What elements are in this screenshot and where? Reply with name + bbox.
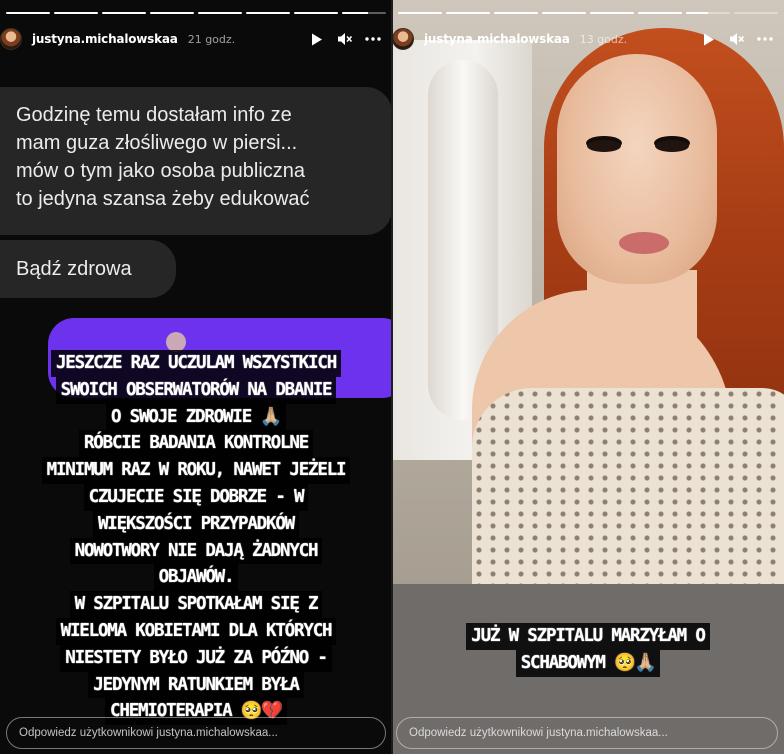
- play-icon[interactable]: [698, 28, 720, 50]
- progress-segment: [686, 12, 730, 14]
- caption-line: WIELOMA KOBIETAMI DLA KTÓRYCH: [55, 617, 337, 645]
- progress-segment: [590, 12, 634, 14]
- story-right[interactable]: justyna.michalowskaa 13 godz. JUŻ W SZPI…: [392, 0, 784, 754]
- caption-line: O SWOJE ZDROWIE 🙏🏼: [106, 403, 286, 431]
- progress-segment-fill: [342, 12, 369, 14]
- progress-segment-fill: [6, 12, 50, 14]
- progress-segment: [6, 12, 50, 14]
- progress-segment: [638, 12, 682, 14]
- progress-segment-fill: [246, 12, 290, 14]
- progress-segment: [734, 12, 778, 14]
- progress-segment: [494, 12, 538, 14]
- dm-reply-text: Bądź zdrowa: [16, 258, 132, 280]
- caption-line: WIĘKSZOŚCI PRZYPADKÓW: [92, 510, 300, 538]
- photo-eye: [655, 140, 689, 152]
- caption-line: JESZCZE RAZ UCZULAM WSZYSTKICH: [50, 350, 342, 377]
- caption-line: SWOICH OBSERWATORÓW NA DBANIE: [55, 376, 337, 404]
- progress-segment-fill: [638, 12, 682, 14]
- dm-message-line: Godzinę temu dostałam info ze: [16, 104, 292, 126]
- progress-segment-fill: [590, 12, 634, 14]
- progress-segment: [246, 12, 290, 14]
- progress-segment-fill: [150, 12, 194, 14]
- caption-line: JEDYNYM RATUNKIEM BYŁA: [88, 671, 304, 699]
- progress-segment-fill: [198, 12, 242, 14]
- reply-input[interactable]: Odpowiedz użytkownikowi justyna.michalow…: [396, 717, 778, 749]
- story-divider: [391, 0, 393, 754]
- progress-segment-fill: [294, 12, 338, 14]
- caption-line: JUŻ W SZPITALU MARZYŁAM O: [466, 623, 710, 650]
- progress-segment-fill: [102, 12, 146, 14]
- progress-segment: [54, 12, 98, 14]
- story-caption: JUŻ W SZPITALU MARZYŁAM O SCHABOWYM 🥺🙏🏼: [392, 623, 784, 677]
- username[interactable]: justyna.michalowskaa: [32, 32, 178, 46]
- dm-message-line: mam guza złośliwego w piersi...: [16, 132, 298, 154]
- story-left[interactable]: justyna.michalowskaa 21 godz. Godzinę te…: [0, 0, 392, 754]
- progress-segment: [542, 12, 586, 14]
- caption-line: W SZPITALU SPOTKAŁAM SIĘ Z: [69, 591, 323, 618]
- story-progress-bar: [398, 12, 778, 14]
- story-header: justyna.michalowskaa 21 godz.: [0, 24, 392, 54]
- reply-placeholder: Odpowiedz użytkownikowi justyna.michalow…: [19, 727, 278, 739]
- progress-segment-fill: [446, 12, 490, 14]
- progress-segment: [102, 12, 146, 14]
- progress-segment-fill: [542, 12, 586, 14]
- dm-message-line: mów o tym jako osoba publiczna: [16, 160, 306, 182]
- caption-line: OBJAWÓW.: [153, 564, 239, 592]
- photo-eye: [587, 140, 621, 152]
- post-time: 13 godz.: [579, 32, 628, 46]
- dm-message-line: to jedyna szansa żeby edukować: [16, 188, 310, 210]
- photo-lips: [619, 232, 669, 254]
- story-header: justyna.michalowskaa 13 godz.: [392, 24, 784, 54]
- dm-reply-bubble: Bądź zdrowa: [0, 240, 176, 298]
- caption-line: SCHABOWYM 🥺🙏🏼: [515, 649, 661, 677]
- progress-segment: [150, 12, 194, 14]
- caption-line: MINIMUM RAZ W ROKU, NAWET JEŻELI: [41, 457, 351, 484]
- emoji-icon: [166, 332, 186, 352]
- progress-segment-fill: [54, 12, 98, 14]
- story-caption: JESZCZE RAZ UCZULAM WSZYSTKICH SWOICH OB…: [0, 350, 392, 726]
- caption-line: RÓBCIE BADANIA KONTROLNE: [78, 430, 314, 458]
- speaker-muted-icon[interactable]: [334, 28, 356, 50]
- caption-line: NOWOTWORY NIE DAJĄ ŻADNYCH: [69, 537, 323, 565]
- photo-face: [557, 54, 717, 284]
- avatar[interactable]: [0, 28, 22, 50]
- more-options-icon[interactable]: [754, 28, 776, 50]
- reply-input[interactable]: Odpowiedz użytkownikowi justyna.michalow…: [6, 717, 386, 749]
- progress-segment: [446, 12, 490, 14]
- post-time: 21 godz.: [187, 32, 236, 46]
- progress-segment-fill: [398, 12, 442, 14]
- more-options-icon[interactable]: [362, 28, 384, 50]
- progress-segment: [342, 12, 386, 14]
- progress-segment: [198, 12, 242, 14]
- story-progress-bar: [6, 12, 386, 14]
- story-photo: [392, 0, 784, 584]
- caption-line: CZUJECIE SIĘ DOBRZE - W: [83, 483, 309, 511]
- progress-segment: [398, 12, 442, 14]
- play-icon[interactable]: [306, 28, 328, 50]
- photo-sweater: [472, 388, 784, 584]
- dm-message-bubble: Godzinę temu dostałam info ze mam guza z…: [0, 87, 392, 235]
- progress-segment-fill: [686, 12, 708, 14]
- progress-segment-fill: [494, 12, 538, 14]
- username[interactable]: justyna.michalowskaa: [424, 32, 570, 46]
- caption-line: NIESTETY BYŁO JUŻ ZA PÓŹNO -: [60, 644, 332, 672]
- reply-placeholder: Odpowiedz użytkownikowi justyna.michalow…: [409, 727, 668, 739]
- avatar[interactable]: [392, 28, 414, 50]
- speaker-muted-icon[interactable]: [726, 28, 748, 50]
- progress-segment: [294, 12, 338, 14]
